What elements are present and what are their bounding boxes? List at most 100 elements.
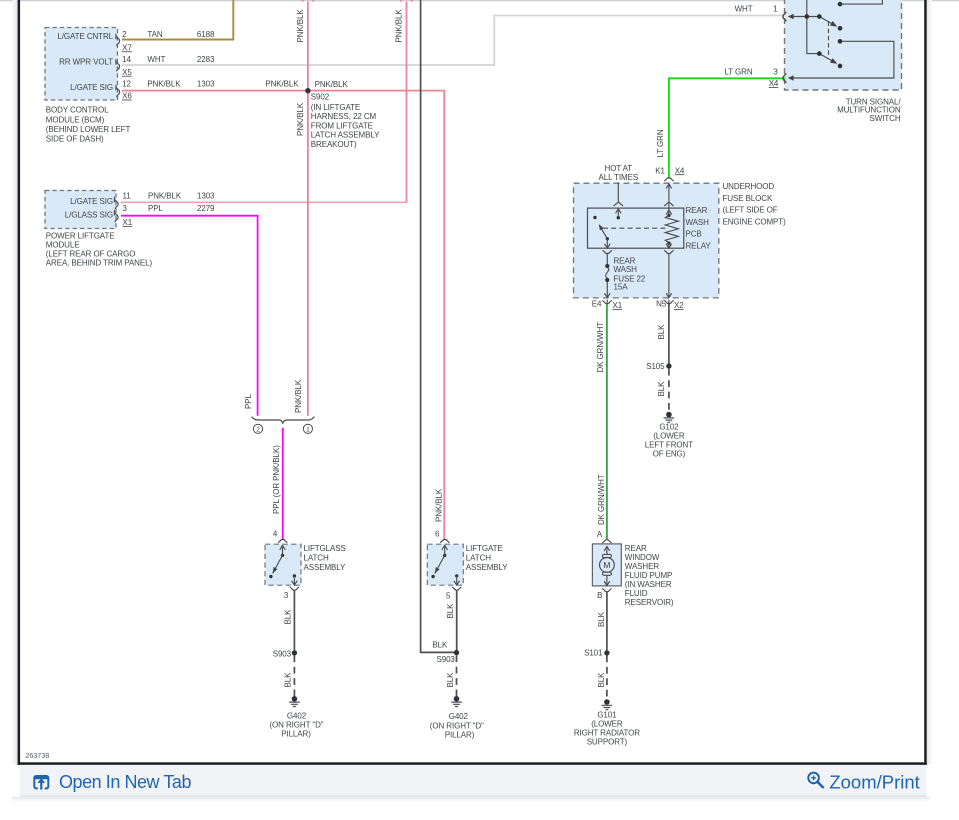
svg-text:4: 4 [273,530,278,539]
svg-text:S903: S903 [273,649,292,658]
svg-text:BODY CONTROL: BODY CONTROL [46,106,109,115]
svg-text:L/GATE CNTRL: L/GATE CNTRL [57,32,113,41]
svg-text:L/GATE SIG: L/GATE SIG [70,197,113,206]
svg-text:G101: G101 [597,711,617,720]
svg-text:PPL (OR PNK/BLK): PPL (OR PNK/BLK) [272,445,281,514]
svg-text:X1: X1 [123,218,133,227]
svg-text:REAR: REAR [686,206,708,215]
svg-text:FROM LIFTGATE: FROM LIFTGATE [311,121,373,130]
svg-text:LATCH ASSEMBLY: LATCH ASSEMBLY [311,131,380,140]
svg-text:2279: 2279 [197,204,215,213]
svg-text:G402: G402 [449,712,469,721]
svg-text:(BEHIND LOWER LEFT: (BEHIND LOWER LEFT [46,125,131,134]
svg-text:X4: X4 [769,79,779,88]
svg-text:FLUID: FLUID [625,589,648,598]
svg-text:N5: N5 [656,300,667,309]
svg-text:AREA, BEHIND TRIM PANEL): AREA, BEHIND TRIM PANEL) [46,258,153,267]
svg-text:PNK/BLK: PNK/BLK [265,80,299,89]
svg-text:MODULE (BCM): MODULE (BCM) [46,115,105,124]
svg-text:(ON RIGHT "D": (ON RIGHT "D" [269,720,323,729]
svg-text:BLK: BLK [597,672,606,688]
svg-text:DK GRN/WHT: DK GRN/WHT [597,474,606,525]
svg-text:(IN LIFTGATE: (IN LIFTGATE [311,103,360,112]
svg-text:BLK: BLK [283,609,292,625]
svg-text:(LEFT REAR OF CARGO: (LEFT REAR OF CARGO [46,249,136,258]
svg-text:X4: X4 [675,166,685,175]
svg-text:BLK: BLK [657,324,666,340]
svg-text:PNK/BLK: PNK/BLK [294,379,303,413]
svg-text:PNK/BLK: PNK/BLK [148,191,182,200]
svg-text:X6: X6 [122,92,132,101]
svg-text:ALL TIMES: ALL TIMES [599,173,639,182]
svg-text:(ON RIGHT "D": (ON RIGHT "D" [430,721,484,730]
svg-text:OF ENG): OF ENG) [653,450,686,459]
svg-text:REAR: REAR [625,544,647,553]
svg-text:2283: 2283 [197,55,215,64]
svg-text:PNK/BLK: PNK/BLK [435,488,444,522]
svg-text:S105: S105 [646,362,665,371]
svg-text:SIDE OF DASH): SIDE OF DASH) [46,135,104,144]
svg-text:LATCH: LATCH [466,554,491,563]
svg-text:G102: G102 [659,423,679,432]
svg-text:1303: 1303 [197,191,215,200]
svg-text:1303: 1303 [197,79,215,88]
svg-text:6188: 6188 [197,30,215,39]
svg-text:HOT AT: HOT AT [605,164,633,173]
svg-text:S903: S903 [437,655,456,664]
svg-text:LEFT FRONT: LEFT FRONT [645,441,693,450]
svg-text:LATCH: LATCH [304,554,329,563]
svg-text:1: 1 [306,426,310,433]
svg-text:X1: X1 [613,301,623,310]
svg-text:UNDERHOOD: UNDERHOOD [723,182,775,191]
svg-text:BLK: BLK [597,611,606,627]
svg-text:2: 2 [256,426,260,433]
svg-text:WASH: WASH [614,265,638,274]
svg-text:BLK: BLK [432,641,448,650]
svg-text:L/GATE SIG: L/GATE SIG [70,83,113,92]
svg-text:S902: S902 [311,93,330,102]
svg-text:Open In New Tab: Open In New Tab [59,772,191,792]
svg-text:BLK: BLK [446,603,455,619]
svg-text:A: A [597,530,603,539]
svg-text:WASH: WASH [686,218,710,227]
svg-text:PCB: PCB [686,230,702,239]
svg-text:WHT: WHT [147,55,165,64]
svg-text:WHT: WHT [735,5,753,14]
svg-text:263738: 263738 [25,753,49,760]
svg-text:X5: X5 [122,68,132,77]
svg-text:BLK: BLK [446,672,455,688]
svg-text:K1: K1 [655,166,665,175]
svg-text:RELAY: RELAY [686,241,712,250]
svg-text:WASHER: WASHER [625,562,660,571]
svg-text:BLK: BLK [657,381,666,397]
svg-text:RESERVOIR): RESERVOIR) [625,598,674,607]
svg-text:POWER LIFTGATE: POWER LIFTGATE [46,231,115,240]
svg-text:3: 3 [123,204,128,213]
svg-text:12: 12 [122,79,131,88]
svg-text:BLK: BLK [283,672,292,688]
svg-text:PNK/BLK: PNK/BLK [315,80,349,89]
svg-text:BREAKOUT): BREAKOUT) [311,140,357,149]
svg-text:RIGHT RADIATOR: RIGHT RADIATOR [574,729,640,738]
svg-text:SUPPORT): SUPPORT) [587,738,628,747]
svg-text:DK GRN/WHT: DK GRN/WHT [596,322,605,373]
svg-text:S101: S101 [584,649,603,658]
svg-text:RR WPR VOLT: RR WPR VOLT [59,58,113,67]
svg-text:X7: X7 [122,43,132,52]
svg-text:11: 11 [123,191,132,200]
svg-text:SWITCH: SWITCH [870,114,901,123]
svg-text:6: 6 [435,530,440,539]
svg-text:WINDOW: WINDOW [625,553,660,562]
svg-text:5: 5 [446,591,451,600]
svg-text:LT GRN: LT GRN [656,129,665,157]
svg-text:PPL: PPL [244,394,253,409]
svg-text:(LEFT SIDE OF: (LEFT SIDE OF [723,206,778,215]
svg-text:(LOWER: (LOWER [591,720,623,729]
svg-text:PNK/BLK: PNK/BLK [395,9,404,43]
svg-text:MODULE: MODULE [46,240,80,249]
svg-text:PILLAR): PILLAR) [445,731,475,740]
svg-text:3: 3 [773,68,778,77]
svg-text:TAN: TAN [147,30,162,39]
svg-text:14: 14 [122,55,131,64]
svg-text:FLUID PUMP: FLUID PUMP [625,571,672,580]
